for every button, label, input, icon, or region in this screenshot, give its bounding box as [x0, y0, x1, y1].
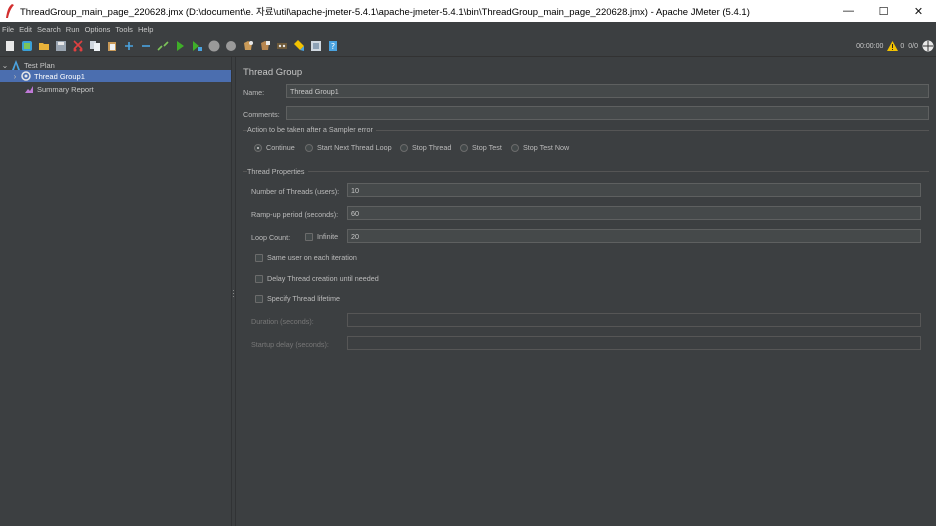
thread-group-panel: Thread Group Name: Comments: Action to b…	[236, 57, 936, 526]
menu-bar: File Edit Search Run Options Tools Help	[0, 22, 936, 36]
loop-count-field[interactable]	[347, 229, 921, 243]
collapse-icon[interactable]	[139, 39, 153, 53]
menu-run[interactable]: Run	[66, 25, 80, 34]
duration-label: Duration (seconds):	[251, 317, 314, 326]
checkbox-icon	[255, 253, 263, 262]
elapsed-timer: 00:00:00	[856, 43, 884, 50]
remote-globe-icon[interactable]	[922, 40, 934, 54]
radio-icon	[511, 143, 519, 152]
clear-all-icon[interactable]	[258, 39, 272, 53]
threads-field[interactable]	[347, 183, 921, 197]
name-label: Name:	[243, 88, 265, 97]
shutdown-icon[interactable]	[224, 39, 238, 53]
help-icon[interactable]: ?	[326, 39, 340, 53]
duration-field[interactable]	[347, 313, 921, 327]
chevron-down-icon[interactable]: ⌄	[0, 61, 10, 70]
radio-label: Stop Test Now	[523, 143, 570, 152]
same-user-checkbox[interactable]: Same user on each iteration	[255, 253, 357, 262]
comments-field[interactable]	[286, 106, 929, 120]
radio-icon	[460, 143, 468, 152]
radio-selected-icon	[254, 143, 262, 152]
properties-group-border	[243, 171, 929, 172]
window-title-bar: ThreadGroup_main_page_220628.jmx (D:\doc…	[0, 0, 936, 22]
start-icon[interactable]	[173, 39, 187, 53]
startup-delay-label: Startup delay (seconds):	[251, 340, 329, 349]
checkbox-icon	[255, 294, 263, 303]
radio-start-next-thread-loop[interactable]: Start Next Thread Loop	[305, 143, 392, 152]
menu-options[interactable]: Options	[85, 25, 111, 34]
radio-stop-test[interactable]: Stop Test	[460, 143, 502, 152]
clear-icon[interactable]	[241, 39, 255, 53]
test-plan-tree: ⌄ Test Plan › Thread Group1 Summary Repo…	[0, 57, 231, 526]
radio-label: Stop Thread	[412, 143, 452, 152]
tree-item-label: Test Plan	[24, 60, 55, 70]
radio-icon	[400, 143, 408, 152]
delay-thread-creation-checkbox[interactable]: Delay Thread creation until needed	[255, 274, 379, 283]
toolbar: ? 00:00:00 0 0/0	[0, 36, 936, 57]
minimize-button[interactable]: —	[831, 0, 866, 22]
open-icon[interactable]	[37, 39, 51, 53]
checkbox-icon	[255, 274, 263, 283]
start-no-pause-icon[interactable]	[190, 39, 204, 53]
copy-icon[interactable]	[88, 39, 102, 53]
radio-stop-test-now[interactable]: Stop Test Now	[511, 143, 569, 152]
radio-label: Continue	[266, 143, 295, 152]
toolbar-status: 00:00:00 0 0/0	[856, 36, 934, 57]
comments-label: Comments:	[243, 110, 280, 119]
function-helper-icon[interactable]	[309, 39, 323, 53]
warning-count: 0	[900, 43, 905, 50]
startup-delay-field[interactable]	[347, 336, 921, 350]
tree-item-thread-group[interactable]: › Thread Group1	[0, 70, 231, 82]
maximize-button[interactable]: ☐	[866, 0, 901, 22]
menu-tools[interactable]: Tools	[115, 25, 133, 34]
menu-edit[interactable]: Edit	[19, 25, 32, 34]
radio-label: Start Next Thread Loop	[317, 143, 392, 152]
close-button[interactable]: ✕	[901, 0, 936, 22]
stop-icon[interactable]	[207, 39, 221, 53]
menu-search[interactable]: Search	[37, 25, 61, 34]
checkbox-label: Same user on each iteration	[267, 253, 357, 262]
error-group-title: Action to be taken after a Sampler error	[247, 125, 376, 134]
rampup-label: Ramp-up period (seconds):	[251, 210, 339, 219]
panel-title: Thread Group	[243, 67, 303, 78]
reset-search-icon[interactable]	[292, 39, 306, 53]
menu-file[interactable]: File	[2, 25, 14, 34]
name-field[interactable]	[286, 84, 929, 98]
new-icon[interactable]	[3, 39, 17, 53]
save-icon[interactable]	[54, 39, 68, 53]
loop-count-label: Loop Count:	[251, 233, 291, 242]
chevron-right-icon[interactable]: ›	[10, 72, 20, 81]
properties-group-title: Thread Properties	[247, 167, 308, 176]
toggle-icon[interactable]	[156, 39, 170, 53]
tree-item-summary-report[interactable]: Summary Report	[0, 83, 94, 95]
radio-stop-thread[interactable]: Stop Thread	[400, 143, 451, 152]
radio-label: Stop Test	[472, 143, 502, 152]
expand-icon[interactable]	[122, 39, 136, 53]
tree-item-label: Summary Report	[37, 84, 94, 94]
rampup-field[interactable]	[347, 206, 921, 220]
checkbox-label: Specify Thread lifetime	[267, 294, 340, 303]
window-title: ThreadGroup_main_page_220628.jmx (D:\doc…	[20, 7, 750, 18]
menu-help[interactable]: Help	[138, 25, 153, 34]
tree-item-label: Thread Group1	[34, 71, 85, 81]
active-threads: 0/0	[908, 43, 918, 50]
cut-icon[interactable]	[71, 39, 85, 53]
templates-icon[interactable]	[20, 39, 34, 53]
checkbox-icon	[305, 232, 313, 241]
specify-lifetime-checkbox[interactable]: Specify Thread lifetime	[255, 294, 340, 303]
svg-text:?: ?	[331, 42, 335, 51]
threads-label: Number of Threads (users):	[251, 187, 340, 196]
paste-icon[interactable]	[105, 39, 119, 53]
warning-icon[interactable]	[887, 40, 899, 53]
checkbox-label: Delay Thread creation until needed	[267, 274, 379, 283]
drag-handle-icon[interactable]: · · ·	[232, 287, 235, 301]
checkbox-label: Infinite	[317, 232, 339, 241]
radio-icon	[305, 143, 313, 152]
jmeter-feather-icon	[0, 4, 20, 18]
summary-report-icon	[23, 83, 35, 95]
search-icon[interactable]	[275, 39, 289, 53]
thread-group-icon	[20, 70, 32, 82]
infinite-checkbox[interactable]: Infinite	[305, 232, 338, 241]
radio-continue[interactable]: Continue	[254, 143, 295, 152]
